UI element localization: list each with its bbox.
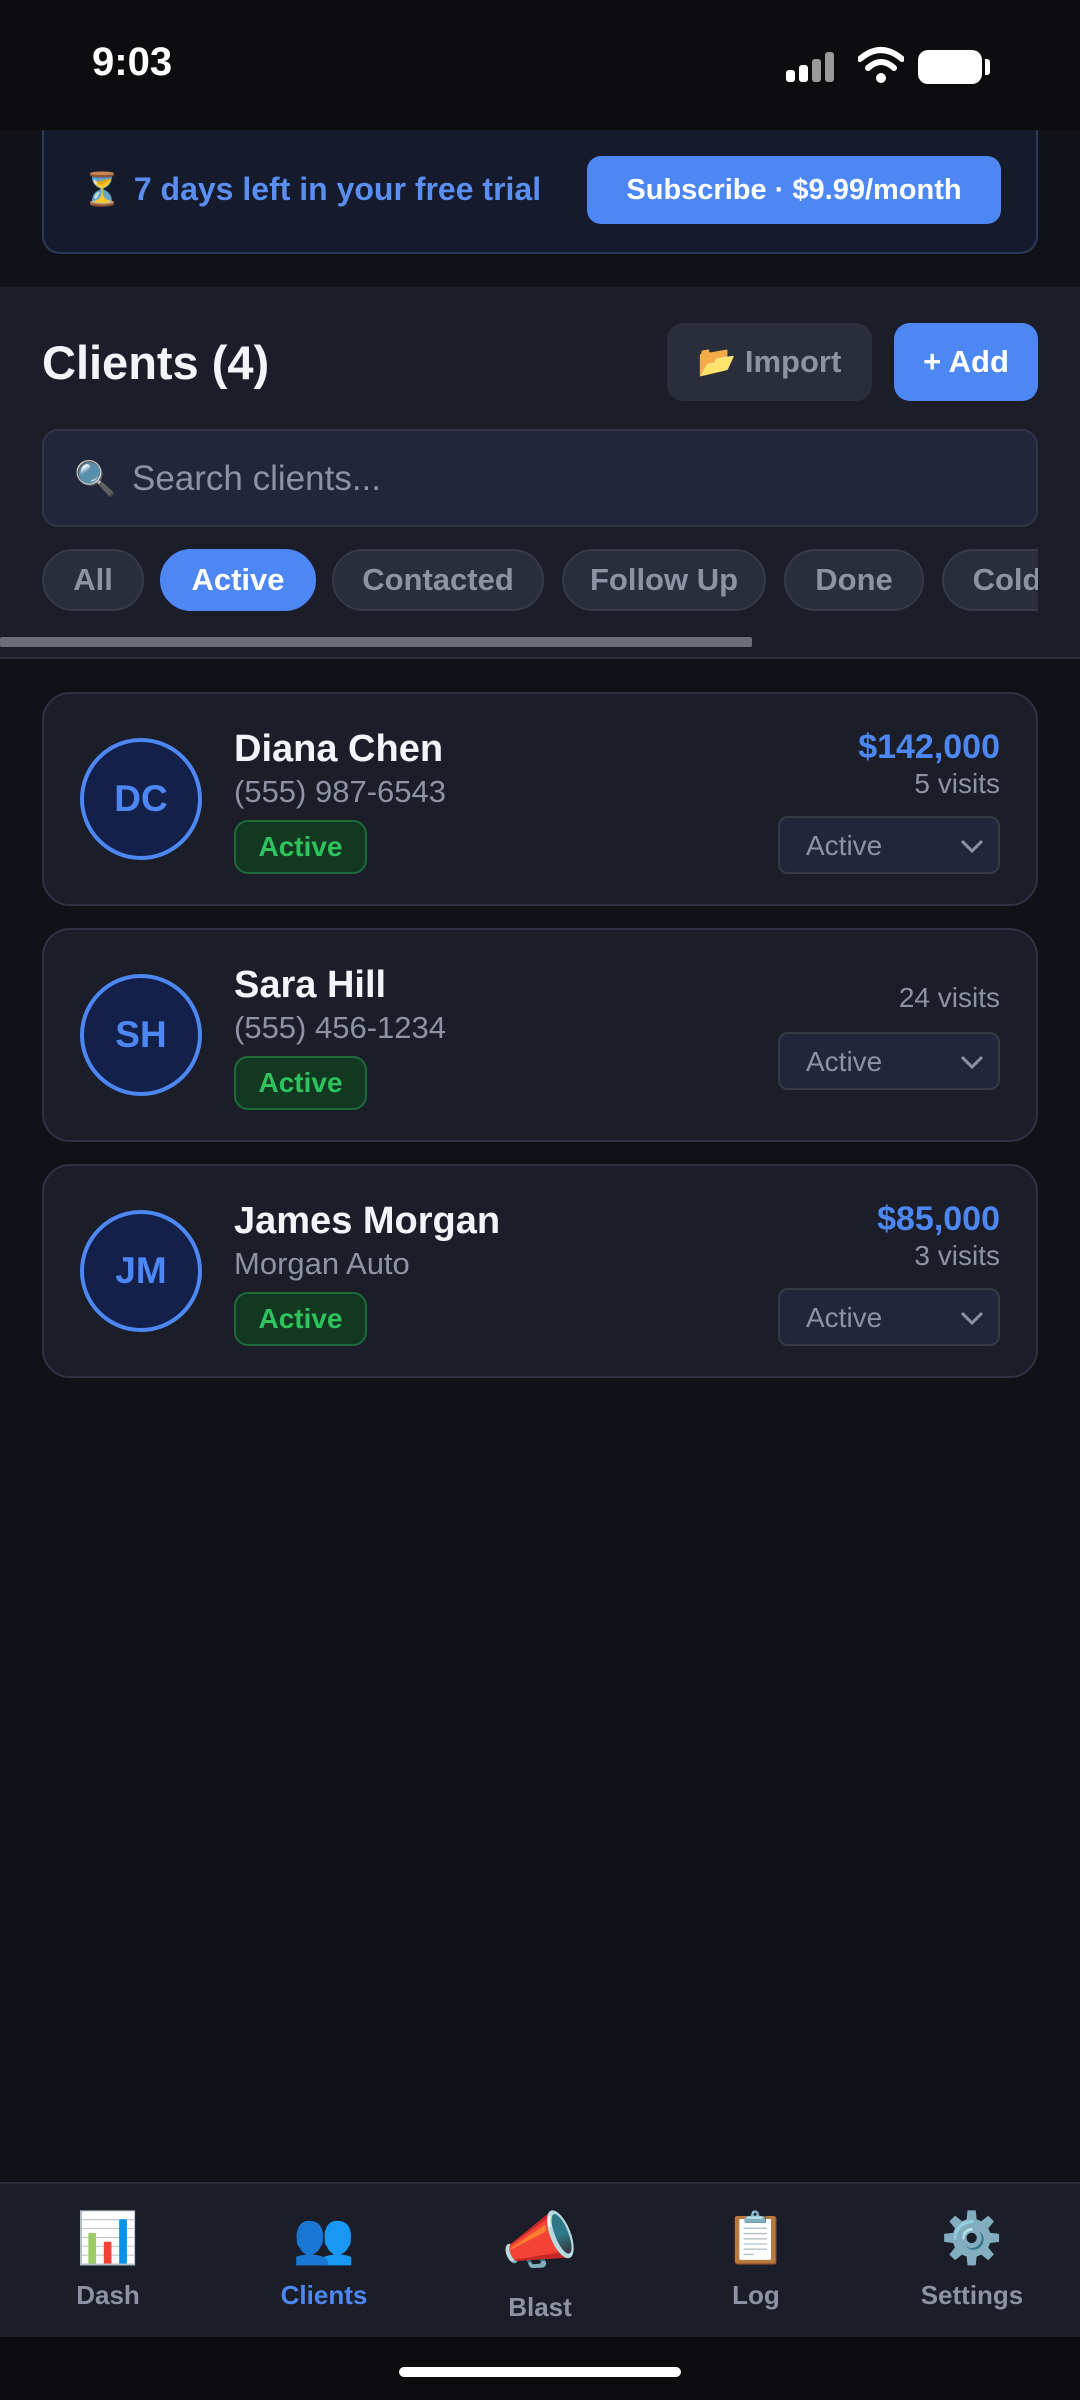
client-company: Morgan Auto [234,1246,410,1281]
nav-item-settings[interactable]: ⚙️ Settings [864,2184,1080,2339]
page-title: Clients (4) [42,336,270,389]
clients-header: Clients (4) 📂 Import + Add 🔍 All Active … [0,287,1080,659]
client-name: Sara Hill [234,964,387,1006]
battery-tip [985,59,990,75]
chart-icon: 📊 [76,2210,140,2266]
search-box[interactable]: 🔍 [42,429,1038,527]
chevron-down-icon [960,839,984,854]
chevron-down-icon [960,1311,984,1326]
battery-icon [918,50,982,84]
status-bar: 9:03 [0,0,1080,130]
client-phone: (555) 987-6543 [234,774,446,809]
avatar: SH [80,974,202,1096]
megaphone-icon: 📣 [501,2207,579,2276]
status-select-value: Active [806,1302,883,1333]
nav-label: Dash [76,2280,140,2310]
status-badge: Active [234,1056,367,1110]
nav-item-clients[interactable]: 👥 Clients [216,2184,432,2339]
filter-chip-all[interactable]: All [42,549,144,611]
signal-icon [786,50,844,82]
filter-chip-follow-up[interactable]: Follow Up [562,549,766,611]
import-button[interactable]: 📂 Import [667,323,872,401]
nav-item-log[interactable]: 📋 Log [648,2184,864,2339]
nav-label: Log [732,2280,780,2310]
trial-banner: ⏳ 7 days left in your free trial Subscrib… [42,130,1038,254]
filter-chip-cold[interactable]: Cold [942,549,1038,611]
status-select[interactable]: Active [778,1032,1000,1090]
filter-chip-done[interactable]: Done [784,549,924,611]
status-select[interactable]: Active [778,1288,1000,1346]
search-input[interactable] [130,449,1010,509]
status-select-value: Active [806,830,883,861]
filter-chips[interactable]: All Active Contacted Follow Up Done Cold [42,549,1038,635]
nav-item-dash[interactable]: 📊 Dash [0,2184,216,2339]
clipboard-icon: 📋 [724,2210,788,2266]
home-indicator[interactable] [399,2367,681,2377]
status-time: 9:03 [92,40,173,84]
chevron-down-icon [960,1055,984,1070]
client-card[interactable]: DC Diana Chen (555) 987-6543 Active $142… [42,692,1038,906]
subscribe-button[interactable]: Subscribe · $9.99/month [587,156,1001,224]
nav-label: Blast [508,2292,572,2322]
trial-area: ⏳ 7 days left in your free trial Subscrib… [0,130,1080,287]
client-phone: (555) 456-1234 [234,1010,446,1045]
client-visits: 3 visits [914,1240,1000,1271]
hourglass-icon: ⏳ [82,171,122,207]
client-value: $85,000 [877,1200,1000,1238]
avatar: JM [80,1210,202,1332]
status-badge: Active [234,820,367,874]
add-client-button[interactable]: + Add [894,323,1038,401]
people-icon: 👥 [292,2210,356,2266]
filter-chip-active[interactable]: Active [160,549,316,611]
status-select[interactable]: Active [778,816,1000,874]
client-card[interactable]: SH Sara Hill (555) 456-1234 Active 24 vi… [42,928,1038,1142]
bottom-nav: 📊 Dash 👥 Clients 📣 Blast 📋 Log ⚙️ Settin… [0,2182,1080,2337]
search-icon: 🔍 [74,460,117,498]
trial-message: 7 days left in your free trial [133,171,542,207]
avatar: DC [80,738,202,860]
gear-icon: ⚙️ [940,2210,1004,2266]
client-card[interactable]: JM James Morgan Morgan Auto Active $85,0… [42,1164,1038,1378]
client-value: $142,000 [858,728,1000,766]
client-name: Diana Chen [234,728,444,770]
status-select-value: Active [806,1046,883,1077]
home-area [0,2337,1080,2400]
nav-label: Clients [280,2280,368,2310]
client-visits: 5 visits [914,768,1000,799]
client-visits: 24 visits [898,982,1000,1013]
client-name: James Morgan [234,1200,501,1242]
status-badge: Active [234,1292,367,1346]
wifi-icon [858,47,904,83]
nav-item-blast[interactable]: 📣 Blast [432,2184,648,2339]
filter-scrollbar[interactable] [0,637,752,647]
filter-chip-contacted[interactable]: Contacted [332,549,544,611]
nav-label: Settings [920,2280,1024,2310]
trial-text: ⏳ 7 days left in your free trial [82,170,541,208]
